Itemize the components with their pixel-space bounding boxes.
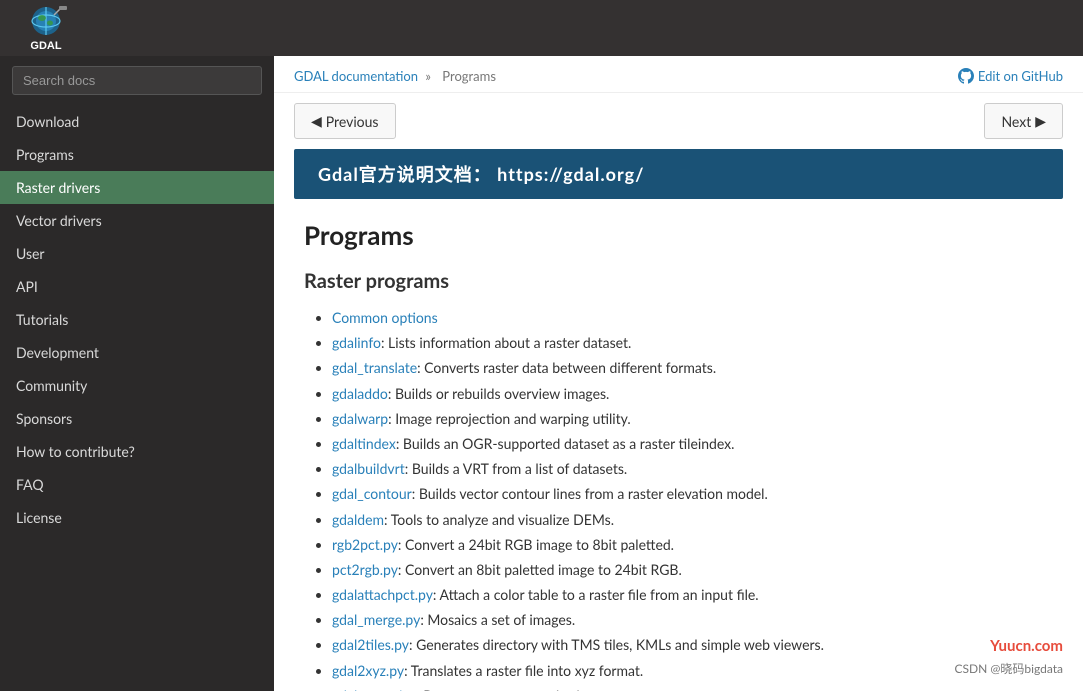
list-item: gdal_merge.py: Mosaics a set of images. xyxy=(332,607,1053,632)
sidebar-item-tutorials[interactable]: Tutorials xyxy=(0,303,274,336)
sidebar-item-development[interactable]: Development xyxy=(0,336,274,369)
list-item: gdalwarp: Image reprojection and warping… xyxy=(332,406,1053,431)
gdalattachpct-py-link[interactable]: gdalattachpct.py xyxy=(332,586,433,603)
pct2rgb-py-link[interactable]: pct2rgb.py xyxy=(332,561,398,578)
sidebar-item-community[interactable]: Community xyxy=(0,369,274,402)
announcement-banner: Gdal官方说明文档： https://gdal.org/ xyxy=(294,149,1063,199)
gdalwarp-link[interactable]: gdalwarp xyxy=(332,410,388,427)
rgb2pct-py-link[interactable]: rgb2pct.py xyxy=(332,536,398,553)
list-item: gdal2xyz.py: Translates a raster file in… xyxy=(332,658,1053,683)
page-title: Programs xyxy=(304,215,1053,251)
list-item: gdal_translate: Converts raster data bet… xyxy=(332,355,1053,380)
sidebar-item-download[interactable]: Download xyxy=(0,105,274,138)
common-options-link[interactable]: Common options xyxy=(332,309,438,326)
breadcrumb-home-link[interactable]: GDAL documentation xyxy=(294,68,418,84)
list-item: gdalattachpct.py: Attach a color table t… xyxy=(332,582,1053,607)
list-item: gdal2tiles.py: Generates directory with … xyxy=(332,632,1053,657)
top-bar: GDAL xyxy=(0,0,1083,56)
search-input[interactable] xyxy=(12,66,262,95)
watermark-csdn: CSDN @晓码bigdata xyxy=(954,660,1063,677)
search-area xyxy=(0,56,274,105)
list-item: gdaltindex: Builds an OGR-supported data… xyxy=(332,431,1053,456)
list-item: pct2rgb.py: Convert an 8bit paletted ima… xyxy=(332,557,1053,582)
main-layout: DownloadProgramsRaster driversVector dri… xyxy=(0,56,1083,691)
sidebar-item-how-to-contribute[interactable]: How to contribute? xyxy=(0,435,274,468)
gdaldem-link[interactable]: gdaldem xyxy=(332,511,384,528)
gdalinfo-link[interactable]: gdalinfo xyxy=(332,334,381,351)
sidebar-item-license[interactable]: License xyxy=(0,501,274,534)
sidebar: DownloadProgramsRaster driversVector dri… xyxy=(0,56,274,691)
list-item: gdalinfo: Lists information about a rast… xyxy=(332,330,1053,355)
gdal-rasterize-link[interactable]: gdal_rasterize xyxy=(332,687,416,691)
sidebar-item-faq[interactable]: FAQ xyxy=(0,468,274,501)
sidebar-item-user[interactable]: User xyxy=(0,237,274,270)
gdal-translate-link[interactable]: gdal_translate xyxy=(332,359,417,376)
sidebar-item-sponsors[interactable]: Sponsors xyxy=(0,402,274,435)
page-nav: ◀ Previous Next ▶ xyxy=(274,93,1083,149)
logo-area: GDAL xyxy=(16,3,76,53)
gdaladdo-link[interactable]: gdaladdo xyxy=(332,385,388,402)
prev-button[interactable]: ◀ Previous xyxy=(294,103,396,139)
list-item: gdalbuildvrt: Builds a VRT from a list o… xyxy=(332,456,1053,481)
gdaltindex-link[interactable]: gdaltindex xyxy=(332,435,396,452)
gdal2xyz-py-link[interactable]: gdal2xyz.py xyxy=(332,662,404,679)
gdal2tiles-py-link[interactable]: gdal2tiles.py xyxy=(332,636,409,653)
section-title: Raster programs xyxy=(304,269,1053,293)
gdal-contour-link[interactable]: gdal_contour xyxy=(332,485,412,502)
nav-header: GDAL documentation » Programs Edit on Gi… xyxy=(274,56,1083,93)
prev-arrow-icon: ◀ xyxy=(311,112,322,130)
list-item: gdal_contour: Builds vector contour line… xyxy=(332,481,1053,506)
sidebar-item-api[interactable]: API xyxy=(0,270,274,303)
gdal-logo: GDAL xyxy=(16,3,76,53)
github-icon xyxy=(958,68,974,84)
list-item: gdal_rasterize: Burns vector geometries … xyxy=(332,683,1053,691)
gdal-merge-py-link[interactable]: gdal_merge.py xyxy=(332,611,420,628)
svg-text:GDAL: GDAL xyxy=(30,40,61,52)
sidebar-nav: DownloadProgramsRaster driversVector dri… xyxy=(0,105,274,691)
list-item: gdaldem: Tools to analyze and visualize … xyxy=(332,507,1053,532)
next-button[interactable]: Next ▶ xyxy=(984,103,1063,139)
sidebar-item-vector-drivers[interactable]: Vector drivers xyxy=(0,204,274,237)
list-item: Common options xyxy=(332,305,1053,330)
edit-github-link[interactable]: Edit on GitHub xyxy=(958,68,1063,84)
gdalbuildvrt-link[interactable]: gdalbuildvrt xyxy=(332,460,405,477)
watermark-yuucn: Yuucn.com xyxy=(990,637,1063,655)
programs-list: Common options gdalinfo: Lists informatio… xyxy=(304,305,1053,691)
breadcrumb-current: Programs xyxy=(442,68,496,84)
sidebar-item-raster-drivers[interactable]: Raster drivers xyxy=(0,171,274,204)
doc-content: Programs Raster programs Common options g… xyxy=(274,215,1083,691)
next-arrow-icon: ▶ xyxy=(1035,112,1046,130)
list-item: rgb2pct.py: Convert a 24bit RGB image to… xyxy=(332,532,1053,557)
content-area: GDAL documentation » Programs Edit on Gi… xyxy=(274,56,1083,691)
breadcrumb-sep: » xyxy=(425,68,431,84)
sidebar-item-programs[interactable]: Programs xyxy=(0,138,274,171)
list-item: gdaladdo: Builds or rebuilds overview im… xyxy=(332,381,1053,406)
breadcrumb: GDAL documentation » Programs xyxy=(294,68,500,84)
